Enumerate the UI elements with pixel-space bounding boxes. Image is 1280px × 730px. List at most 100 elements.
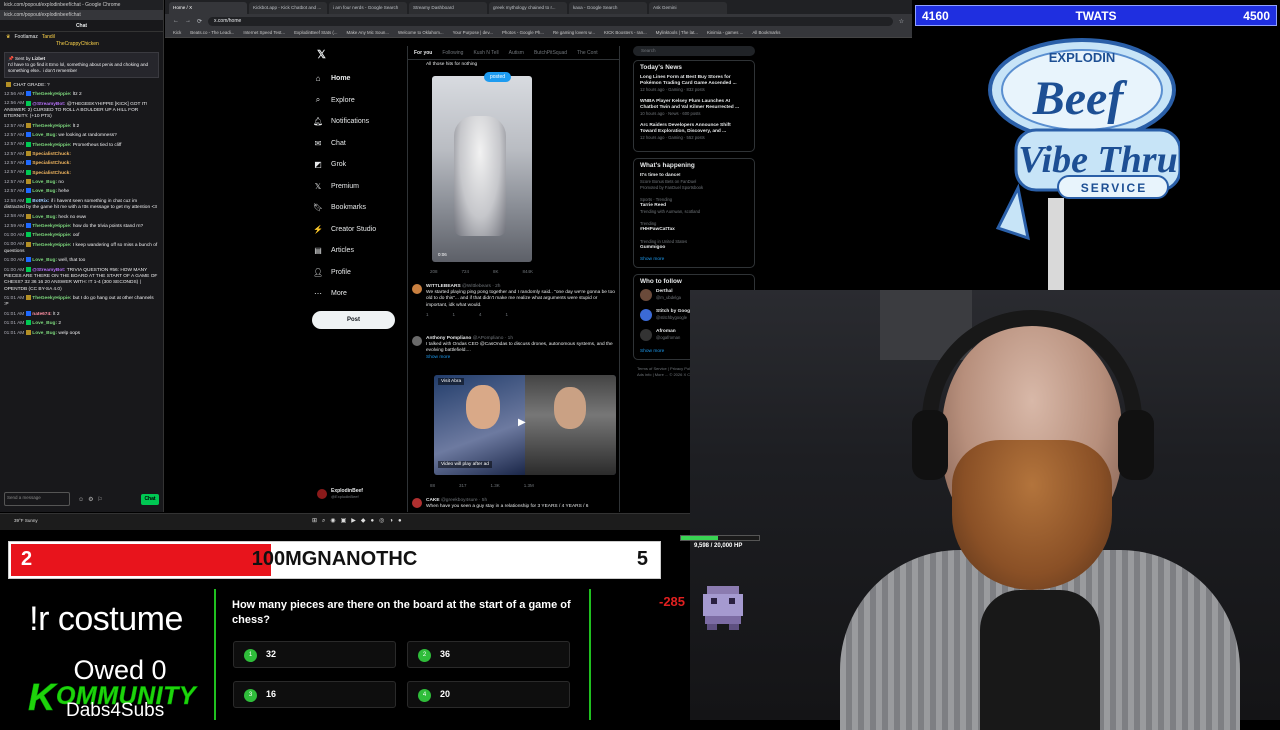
taskbar-apps[interactable]: ⊞⌕◉▣▶◆●◎◑● (312, 517, 407, 525)
repost-count[interactable]: 1 (453, 312, 456, 318)
chat-message[interactable]: 12:57 AM Love_Bug: no (4, 179, 159, 186)
message-username[interactable]: nate674: (32, 312, 51, 317)
nav-item-explore[interactable]: ⌕ Explore (313, 90, 413, 112)
message-username[interactable]: TheGeekyHippie: (32, 233, 71, 238)
chat-message[interactable]: 12:58 AM Love_Bug: heck no eww (4, 213, 159, 221)
chat-message[interactable]: 01:01 AM Love_Bug: 2 (4, 320, 159, 327)
message-username[interactable]: TheGeekyHippie: (32, 92, 71, 97)
chat-message[interactable]: 12:57 AM SpecialistChuck: (4, 160, 159, 167)
ad-label[interactable]: Visit Abra (438, 378, 465, 385)
tab-4[interactable]: greek mythology chained to r... (489, 2, 567, 14)
chat-message[interactable]: CHAT GRADE: ? (4, 82, 159, 89)
bookmark-item[interactable]: Kick (173, 30, 181, 35)
chat-message[interactable]: 12:57 AM TheGeekyHippie: lt 2 (4, 122, 159, 130)
message-username[interactable]: SpecialistChuck: (32, 170, 71, 175)
message-username[interactable]: @StreamyBot: (32, 101, 65, 106)
news-item[interactable]: WNBA Player Kelsey Plum Launches AI Chat… (640, 99, 748, 117)
tab-1[interactable]: Kickbot.app - Kick Chatbot and ... (249, 2, 327, 14)
nav-item-more[interactable]: ⋯ More (313, 283, 413, 305)
bookmark-item[interactable]: Beats.co - The Leadi... (190, 30, 234, 35)
chat-input[interactable]: Send a message (4, 492, 70, 506)
like-count[interactable]: 8K (493, 269, 499, 274)
bookmark-item[interactable]: Kinimia - games ... (707, 30, 743, 35)
nav-item-home[interactable]: ⌂ Home (313, 68, 413, 90)
message-username[interactable]: TheGeekyHippie: (32, 142, 71, 147)
like-count[interactable]: 4 (479, 312, 482, 318)
chat-message[interactable]: 01:00 AM TheGeekyHippie: oof (4, 232, 159, 239)
nav-item-grok[interactable]: ◩ Grok (313, 154, 413, 176)
news-item[interactable]: Arc Raiders Developers Announce Shift To… (640, 123, 748, 141)
message-username[interactable]: TheGeekyHippie: (32, 296, 71, 301)
tab-0[interactable]: Home / X (169, 2, 247, 14)
trend-item[interactable]: Trending in United States Gummigoo (640, 239, 748, 251)
video-player[interactable]: ▶ Visit Abra Video will play after ad (434, 375, 616, 475)
bookmark-item[interactable]: Welcome to Oklahom... (398, 30, 444, 35)
post-button[interactable]: Post (312, 311, 395, 329)
video-player[interactable]: 0:06 (432, 76, 532, 262)
chat-message[interactable]: 12:56 AM TheGeekyHippie: ltz 2 (4, 91, 159, 98)
forward-icon[interactable]: → (185, 18, 191, 24)
chat-message[interactable]: 12:56 AM @StreamyBot: @THEGEEKYHIPPIE [KI… (4, 100, 159, 121)
weather-widget[interactable]: 39°F Sunny (14, 518, 38, 523)
message-username[interactable]: TheGeekyHippie: (32, 242, 71, 247)
nav-item-notifications[interactable]: 🔔︎ Notifications (313, 111, 413, 133)
tab-feed[interactable]: For you (414, 50, 432, 56)
tab-6[interactable]: Ask Gemini (649, 2, 727, 14)
trend-item[interactable]: Sports · Trending Tarrie Reed Trending wit… (640, 197, 748, 215)
reply-count[interactable]: 208 (430, 269, 438, 274)
chat-send-button[interactable]: Chat (141, 494, 159, 505)
reload-icon[interactable]: ⟳ (197, 18, 202, 25)
tab-5[interactable]: kaxa - Google Search (569, 2, 647, 14)
trend-item[interactable]: Trending #HHPawCatTax (640, 221, 748, 233)
like-count[interactable]: 1.3K (491, 483, 500, 488)
play-icon[interactable]: ▶ (518, 417, 526, 428)
bookmark-item[interactable]: ExplodinBeef Stats (... (294, 30, 337, 35)
nav-item-creator-studio[interactable]: ⚡ Creator Studio (313, 219, 413, 241)
chat-message[interactable]: 12:57 AM Love_Bug: we looking at randomne… (4, 132, 159, 139)
tweet-actions[interactable]: 88 317 1.3K 1.3M (414, 483, 534, 488)
message-username[interactable]: Love_Bug: (32, 214, 57, 219)
chat-message[interactable]: 01:00 AM @StreamyBot: TRIVIA QUESTION #56… (4, 266, 159, 293)
tab-feed[interactable]: Following (442, 50, 463, 56)
chat-message[interactable]: 01:01 AM TheGeekyHippie: but I do go hang… (4, 295, 159, 309)
tweet-4[interactable]: CAKE @greekboy4sure · 5h When have you s… (410, 498, 618, 510)
chat-message[interactable]: 01:01 AM nate674: lt 2 (4, 311, 159, 318)
view-count[interactable]: 1.3M (524, 483, 534, 488)
chat-message[interactable]: 12:57 AM SpecialistChuck: (4, 169, 159, 177)
nav-item-chat[interactable]: ✉ Chat (313, 133, 413, 155)
nav-item-articles[interactable]: ▤ Articles (313, 240, 413, 262)
tab-feed[interactable]: Kush N Tell (473, 50, 498, 56)
reply-count[interactable]: 1 (426, 312, 429, 318)
repost-count[interactable]: 317 (459, 483, 467, 488)
bookmark-item[interactable]: KICK Boosters - ran... (604, 30, 647, 35)
account-switcher[interactable]: ExplodinBeef @ExplodinBeef (317, 488, 363, 499)
message-username[interactable]: Love_Bug: (32, 180, 57, 185)
answer-option-1[interactable]: 1 32 (233, 641, 396, 668)
bookmark-item[interactable]: Your Purpose | dev... (453, 30, 493, 35)
pinned-message[interactable]: 📌 Sent by Lizbet I'd have to go find it … (4, 52, 159, 78)
nav-item-premium[interactable]: 𝕏 Premium (313, 176, 413, 198)
message-username[interactable]: TheGeekyHippie: (32, 124, 71, 129)
bookmark-item[interactable]: Mylinktools | The lat... (656, 30, 698, 35)
trend-item[interactable]: It's time to dance! Score Bonus Bets on F… (640, 173, 748, 191)
view-count[interactable]: 1 (506, 312, 509, 318)
message-username[interactable]: BotRix: (32, 199, 49, 204)
tweet-actions[interactable]: 1 1 4 1 (410, 312, 618, 318)
tweet-1[interactable]: All those hits for nothing (410, 62, 618, 68)
bookmark-item[interactable]: Re gaming lovers w... (553, 30, 595, 35)
news-item[interactable]: Long Lines Form at Best Buy Stores for P… (640, 75, 748, 93)
message-username[interactable]: SpecialistChuck: (32, 152, 71, 157)
x-logo-icon[interactable]: 𝕏 (313, 48, 413, 61)
chat-url[interactable]: kick.com/popout/explodinbeef/chat (0, 10, 163, 20)
message-username[interactable]: Love_Bug: (32, 331, 57, 336)
chat-message[interactable]: 12:59 AM TheGeekyHippie: how do the trivi… (4, 222, 159, 230)
reply-count[interactable]: 88 (430, 483, 435, 488)
tab-2[interactable]: i am four nerds - Google Search (329, 2, 407, 14)
message-username[interactable]: Love_Bug: (32, 321, 57, 326)
url-field[interactable]: x.com/home (208, 16, 893, 26)
bookmark-item[interactable]: Make Any Mic Soun... (347, 30, 389, 35)
tweet-3[interactable]: Anthony Pompliano @APompliano · 1h I tal… (410, 336, 618, 361)
chat-message[interactable]: 12:57 AM TheGeekyHippie: Prometheus tied … (4, 141, 159, 149)
tab-feed[interactable]: Autism (509, 50, 524, 56)
message-username[interactable]: SpecialistChuck: (32, 161, 71, 166)
